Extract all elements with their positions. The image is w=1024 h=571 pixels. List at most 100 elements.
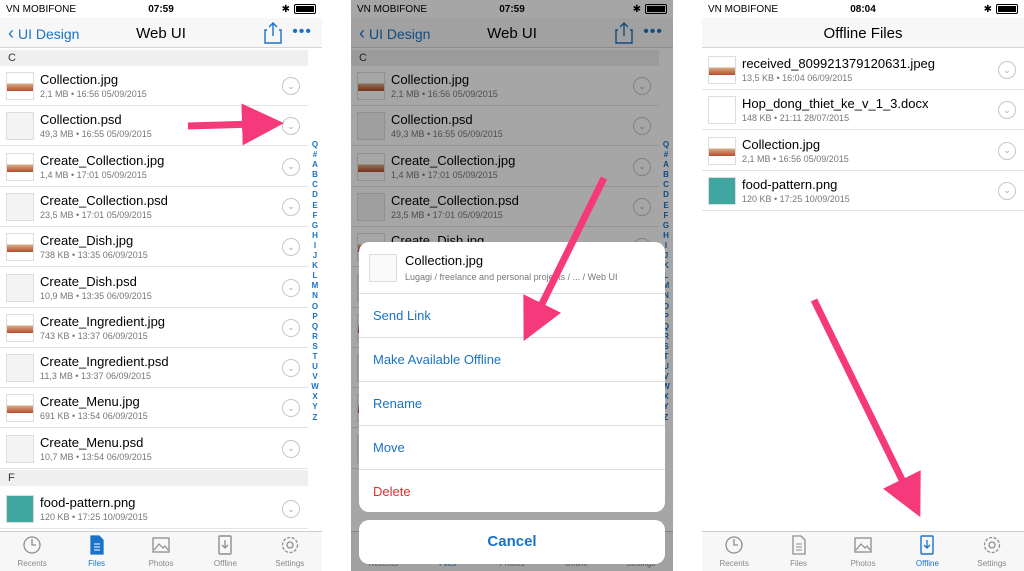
chevron-down-icon[interactable]: ⌄ [282,318,300,337]
file-meta: 10,9 MB • 13:35 06/09/2015 [40,290,152,301]
index-letter[interactable]: N [310,291,320,301]
tab-label: Files [790,559,808,568]
index-letter[interactable]: D [310,190,320,200]
file-row[interactable]: Create_Menu.jpg 691 KB • 13:54 06/09/201… [0,388,308,429]
chevron-down-icon[interactable]: ⌄ [282,238,300,257]
tab-offline[interactable]: Offline [193,532,257,571]
index-letter[interactable]: G [310,221,320,231]
chevron-down-icon[interactable]: ⌄ [282,439,300,458]
action-sheet: Collection.jpg Lugagi / freelance and pe… [359,242,665,512]
tab-files[interactable]: Files [64,532,128,571]
index-letter[interactable]: B [310,170,320,180]
index-letter[interactable]: E [310,201,320,211]
file-row[interactable]: Create_Collection.psd 23,5 MB • 17:01 05… [0,187,308,227]
index-letter[interactable]: Y [310,402,320,412]
file-thumbnail [369,254,397,282]
chevron-down-icon[interactable]: ⌄ [282,197,300,216]
file-name: Create_Ingredient.psd [40,354,169,370]
move-button[interactable]: Move [359,426,665,470]
file-row[interactable]: food-pattern.png 120 KB • 17:25 10/09/20… [0,489,308,529]
index-letter[interactable]: L [310,271,320,281]
clock-icon [724,535,744,557]
nav-bar: Offline Files [702,18,1024,48]
tab-settings[interactable]: Settings [960,532,1024,571]
index-letter[interactable]: C [310,180,320,190]
file-name: Collection.jpg [742,136,821,152]
index-letter[interactable]: K [310,261,320,271]
file-thumbnail [6,112,34,141]
file-thumbnail [6,313,34,342]
file-row[interactable]: Create_Ingredient.jpg 743 KB • 13:37 06/… [0,308,308,348]
chevron-down-icon[interactable]: ⌄ [282,278,300,297]
file-meta: 11,3 MB • 13:37 06/09/2015 [40,371,152,382]
file-row[interactable]: received_809921379120631.jpeg 13,5 KB • … [702,50,1024,90]
tab-offline[interactable]: Offline [895,532,959,571]
index-letter[interactable]: P [310,312,320,322]
share-icon[interactable] [264,22,282,44]
send-link-button[interactable]: Send Link [359,294,665,338]
index-letter[interactable]: R [310,332,320,342]
index-letter[interactable]: F [310,211,320,221]
file-row[interactable]: food-pattern.png 120 KB • 17:25 10/09/20… [702,171,1024,211]
chevron-down-icon[interactable]: ⌄ [282,157,300,176]
tab-recents[interactable]: Recents [0,532,64,571]
tab-label: Settings [977,559,1007,568]
delete-button[interactable]: Delete [359,470,665,512]
tab-settings[interactable]: Settings [258,532,322,571]
index-letter[interactable]: H [310,231,320,241]
index-letter[interactable]: U [310,362,320,372]
tab-label: Recents [719,559,749,568]
index-letter[interactable]: T [310,352,320,362]
file-row[interactable]: Collection.jpg 2,1 MB • 16:56 05/09/2015… [0,66,308,106]
file-thumbnail [708,176,736,205]
file-row[interactable]: Hop_dong_thiet_ke_v_1_3.docx 148 KB • 21… [702,90,1024,131]
index-letter[interactable]: W [310,382,320,392]
file-name: food-pattern.png [40,495,136,510]
action-sheet-header: Collection.jpg Lugagi / freelance and pe… [359,242,665,294]
index-letter[interactable]: # [310,150,320,160]
file-row[interactable]: Create_Menu.psd 10,7 MB • 13:54 06/09/20… [0,429,308,469]
index-letter[interactable]: I [310,241,320,251]
index-letter[interactable]: A [310,160,320,170]
chevron-down-icon[interactable]: ⌄ [998,61,1016,79]
file-row[interactable]: Create_Ingredient.psd 11,3 MB • 13:37 06… [0,348,308,389]
make-available-offline-button[interactable]: Make Available Offline [359,338,665,382]
tab-files[interactable]: Files [766,532,830,571]
chevron-down-icon[interactable]: ⌄ [282,117,300,136]
bluetooth-icon: ✱ [281,3,290,15]
file-name: received_809921379120631.jpeg [742,56,936,71]
index-letter[interactable]: M [310,281,320,291]
chevron-down-icon[interactable]: ⌄ [998,181,1016,200]
index-letter[interactable]: Z [310,413,320,423]
chevron-down-icon[interactable]: ⌄ [998,141,1016,160]
tab-bar: Recents Files Photos Offline Settings [0,531,322,571]
file-row[interactable]: Create_Collection.jpg 1,4 MB • 17:01 05/… [0,147,308,187]
index-letter[interactable]: V [310,372,320,382]
back-button[interactable]: ‹ UI Design [8,23,79,44]
index-letter[interactable]: O [310,302,320,312]
chevron-down-icon[interactable]: ⌄ [282,359,300,378]
sheet-file-path: Lugagi / freelance and personal projects… [405,272,618,282]
index-letter[interactable]: Q [310,322,320,332]
chevron-down-icon[interactable]: ⌄ [282,77,300,95]
tab-recents[interactable]: Recents [702,532,766,571]
file-row[interactable]: Collection.jpg 2,1 MB • 16:56 05/09/2015… [702,131,1024,171]
index-letter[interactable]: J [310,251,320,261]
rename-button[interactable]: Rename [359,382,665,426]
chevron-down-icon[interactable]: ⌄ [998,101,1016,120]
file-row[interactable]: Create_Dish.psd 10,9 MB • 13:35 06/09/20… [0,268,308,308]
more-icon[interactable]: ••• [292,24,312,40]
tab-photos[interactable]: Photos [831,532,895,571]
gear-icon [982,535,1002,557]
chevron-down-icon[interactable]: ⌄ [282,399,300,418]
cancel-button[interactable]: Cancel [359,520,665,564]
alphabet-index[interactable]: Q # A B C D E F G H I J K L M N O P Q R S T U V W X Y Z [310,140,320,423]
index-letter[interactable]: S [310,342,320,352]
file-row[interactable]: Collection.psd 49,3 MB • 16:55 05/09/201… [0,106,308,147]
index-letter[interactable]: X [310,392,320,402]
file-thumbnail [6,192,34,221]
tab-photos[interactable]: Photos [129,532,193,571]
chevron-down-icon[interactable]: ⌄ [282,500,300,518]
index-letter[interactable]: Q [310,140,320,150]
file-row[interactable]: Create_Dish.jpg 738 KB • 13:35 06/09/201… [0,227,308,268]
